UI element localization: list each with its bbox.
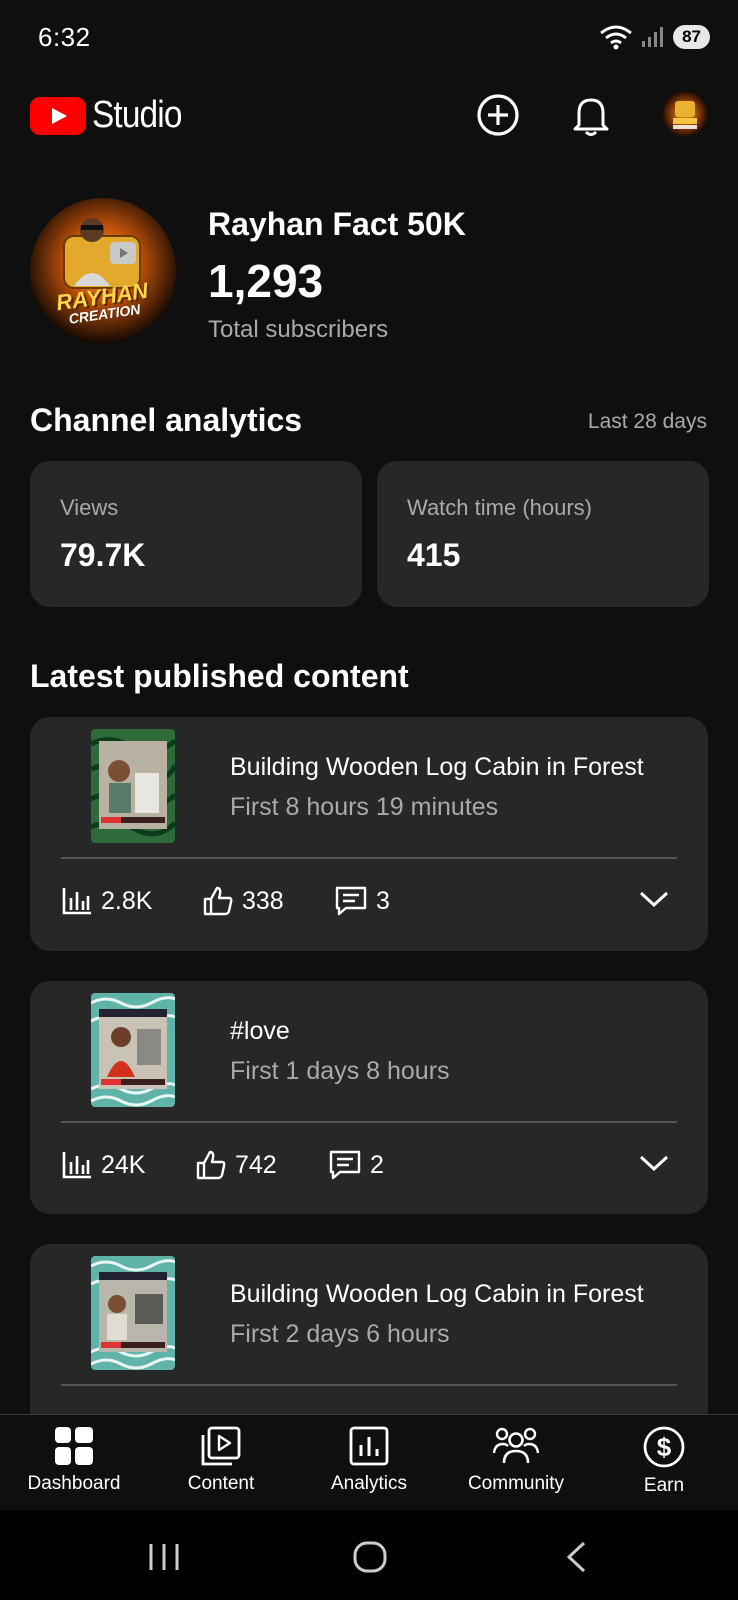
video-thumbnail[interactable] xyxy=(91,729,175,843)
comment-icon xyxy=(335,886,367,916)
comment-icon xyxy=(329,1150,361,1180)
watch-time-card[interactable]: Watch time (hours) 415 xyxy=(377,461,709,607)
account-avatar[interactable] xyxy=(662,91,708,137)
video-thumbnail[interactable] xyxy=(91,993,175,1107)
comments-count: 2 xyxy=(370,1150,384,1179)
wifi-icon xyxy=(600,25,633,50)
nav-earn[interactable]: $ Earn xyxy=(594,1425,734,1497)
latest-content-title: Latest published content xyxy=(30,658,409,694)
video-title: #love xyxy=(230,1017,290,1045)
like-icon xyxy=(196,1150,226,1180)
video-title: Building Wooden Log Cabin in Forest xyxy=(230,753,644,781)
create-button[interactable] xyxy=(473,90,523,140)
likes-stat: 338 xyxy=(202,885,334,917)
likes-stat: 742 xyxy=(195,1149,328,1181)
video-thumbnail[interactable] xyxy=(91,1256,175,1370)
channel-summary: RAYHAN CREATION Rayhan Fact 50K 1,293 To… xyxy=(30,198,710,348)
subscriber-label: Total subscribers xyxy=(208,316,389,343)
video-stats: 24K 742 2 xyxy=(61,1147,384,1183)
analytics-title: Channel analytics xyxy=(30,402,303,438)
metric-value: 415 xyxy=(407,537,461,573)
status-bar: 6:32 87 xyxy=(0,0,738,76)
nav-community[interactable]: Community xyxy=(446,1425,586,1495)
earn-icon: $ xyxy=(643,1426,685,1468)
views-count: 2.8K xyxy=(101,886,153,915)
video-card[interactable]: Building Wooden Log Cabin in Forest Firs… xyxy=(30,1244,708,1434)
nav-dashboard[interactable]: Dashboard xyxy=(4,1425,144,1495)
nav-label: Analytics xyxy=(330,1473,408,1494)
views-stat: 24K xyxy=(61,1150,195,1180)
metric-label: Views xyxy=(60,495,119,520)
signal-icon xyxy=(642,27,664,47)
community-icon xyxy=(492,1427,540,1464)
chevron-down-icon[interactable] xyxy=(638,889,670,909)
channel-avatar[interactable]: RAYHAN CREATION xyxy=(30,198,176,344)
logo-text: Studio xyxy=(92,94,182,136)
divider xyxy=(61,1121,677,1123)
video-card[interactable]: Building Wooden Log Cabin in Forest Firs… xyxy=(30,717,708,951)
battery-indicator: 87 xyxy=(673,25,710,49)
notifications-button[interactable] xyxy=(566,90,616,140)
analytics-icon xyxy=(349,1426,389,1466)
video-subtitle: First 2 days 6 hours xyxy=(230,1320,450,1348)
likes-count: 742 xyxy=(235,1150,277,1179)
nav-analytics[interactable]: Analytics xyxy=(299,1425,439,1495)
back-icon[interactable] xyxy=(564,1540,588,1574)
bar-chart-icon xyxy=(62,888,91,915)
subscriber-count: 1,293 xyxy=(208,255,324,307)
divider xyxy=(61,857,677,859)
channel-name: Rayhan Fact 50K xyxy=(208,206,466,242)
comments-stat: 3 xyxy=(334,885,390,917)
video-subtitle: First 1 days 8 hours xyxy=(230,1057,450,1085)
youtube-logo-icon xyxy=(30,96,86,135)
divider xyxy=(61,1384,677,1386)
nav-content[interactable]: Content xyxy=(151,1425,291,1495)
bar-chart-icon xyxy=(62,1152,91,1179)
views-card[interactable]: Views 79.7K xyxy=(30,461,362,607)
nav-label: Earn xyxy=(643,1475,685,1496)
video-card[interactable]: #love First 1 days 8 hours 24K 742 2 xyxy=(30,981,708,1214)
video-title: Building Wooden Log Cabin in Forest xyxy=(230,1280,644,1308)
analytics-period: Last 28 days xyxy=(587,410,707,433)
status-icons: 87 xyxy=(599,24,710,50)
like-icon xyxy=(203,886,233,916)
views-count: 24K xyxy=(101,1150,146,1179)
create-icon xyxy=(477,94,519,136)
chevron-down-icon[interactable] xyxy=(638,1153,670,1173)
content-icon xyxy=(201,1426,241,1466)
system-nav-bar xyxy=(0,1510,738,1600)
svg-text:$: $ xyxy=(657,1432,672,1462)
notifications-icon xyxy=(573,98,609,136)
nav-label: Dashboard xyxy=(27,1473,121,1494)
studio-logo[interactable]: Studio xyxy=(30,94,194,137)
metric-label: Watch time (hours) xyxy=(407,495,593,520)
views-stat: 2.8K xyxy=(61,886,202,916)
video-stats: 2.8K 338 3 xyxy=(61,883,390,919)
recents-icon[interactable] xyxy=(146,1542,182,1572)
dashboard-icon xyxy=(55,1427,93,1465)
comments-stat: 2 xyxy=(328,1149,384,1181)
likes-count: 338 xyxy=(242,886,284,915)
nav-label: Content xyxy=(187,1473,255,1494)
status-time: 6:32 xyxy=(38,22,91,52)
app-header: Studio xyxy=(0,76,738,156)
metric-value: 79.7K xyxy=(60,537,146,573)
bottom-nav: Dashboard Content Analytics Community $ xyxy=(0,1414,738,1510)
comments-count: 3 xyxy=(376,886,390,915)
home-icon[interactable] xyxy=(352,1540,388,1574)
video-subtitle: First 8 hours 19 minutes xyxy=(230,793,499,821)
nav-label: Community xyxy=(467,1473,565,1494)
